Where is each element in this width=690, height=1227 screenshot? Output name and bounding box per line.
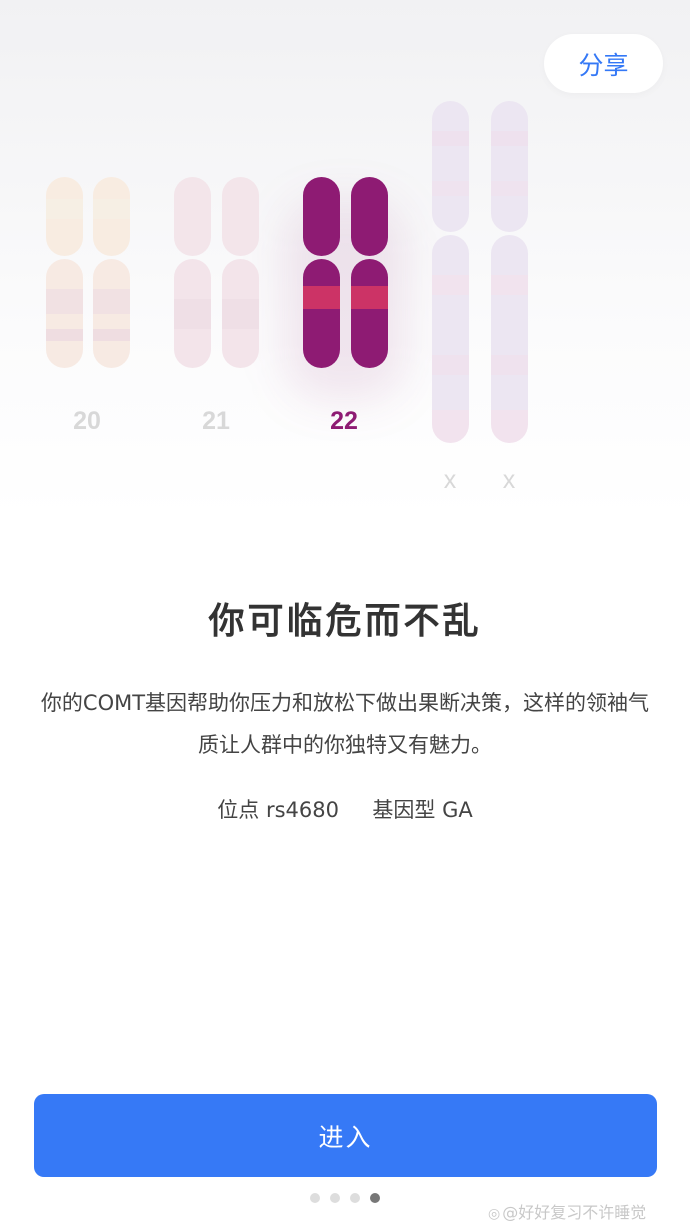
- chromosome-label-22: 22: [330, 407, 358, 435]
- locus-label: 位点: [217, 798, 260, 822]
- page-dot-4-active[interactable]: [370, 1193, 380, 1203]
- chromosome-label-20: 20: [73, 407, 101, 435]
- page-dot-1[interactable]: [310, 1193, 320, 1203]
- page-dot-2[interactable]: [330, 1193, 340, 1203]
- watermark: ◎ @好好复习不许睡觉: [488, 1199, 646, 1223]
- locus-info: 位点 rs4680 基因型 GA: [0, 794, 690, 824]
- genotype-label: 基因型: [372, 798, 436, 822]
- result-description: 你的COMT基因帮助你压力和放松下做出果断决策，这样的领袖气质让人群中的你独特又…: [40, 691, 650, 757]
- watermark-text: @好好复习不许睡觉: [502, 1203, 647, 1222]
- genotype-value: GA: [442, 798, 473, 822]
- locus-value: rs4680: [265, 798, 339, 822]
- enter-button[interactable]: 进入: [34, 1094, 657, 1177]
- page-dot-3[interactable]: [350, 1193, 360, 1203]
- weibo-icon: ◎: [488, 1206, 501, 1222]
- result-title: 你可临危而不乱: [208, 601, 482, 642]
- chromosome-illustration: 20 21 22 x x: [0, 0, 690, 500]
- page-indicator: [310, 1193, 380, 1203]
- chromosome-label-21: 21: [202, 407, 230, 435]
- chromosome-label-x-right: x: [502, 466, 516, 494]
